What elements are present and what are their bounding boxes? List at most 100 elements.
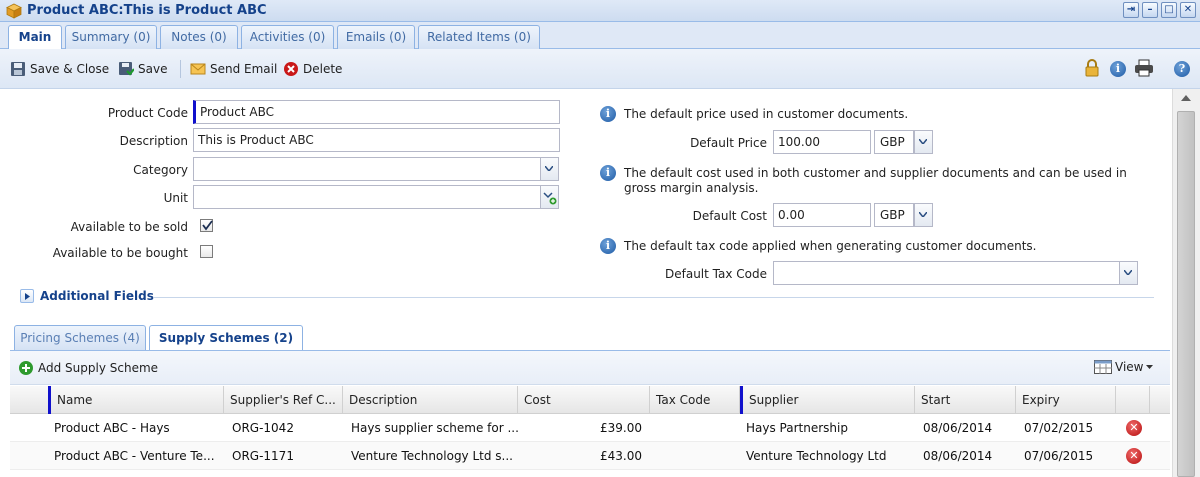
section-divider — [154, 297, 1154, 298]
chevron-down-icon — [919, 139, 927, 144]
delete-row-icon[interactable]: ✕ — [1126, 448, 1142, 464]
category-label: Category — [133, 163, 188, 177]
cell-name: Product ABC - Hays — [54, 421, 170, 435]
table-row[interactable]: Product ABC - Hays ORG-1042 Hays supplie… — [10, 414, 1170, 442]
description-label: Description — [119, 134, 188, 148]
cell-expiry: 07/06/2015 — [1024, 449, 1094, 463]
cell-ref: ORG-1042 — [232, 421, 294, 435]
save-close-button[interactable]: Save & Close — [10, 60, 109, 78]
tab-emails[interactable]: Emails (0) — [337, 25, 415, 49]
unit-dropdown-trigger[interactable] — [540, 185, 559, 209]
category-combo[interactable] — [193, 157, 541, 181]
vertical-scrollbar[interactable] — [1172, 89, 1200, 477]
delete-x-icon — [284, 62, 298, 76]
expand-icon — [20, 289, 34, 303]
check-icon — [202, 220, 213, 231]
product-box-icon — [6, 3, 22, 19]
save-button[interactable]: Save — [118, 60, 167, 78]
delete-button[interactable]: Delete — [283, 60, 342, 78]
envelope-icon — [190, 63, 206, 75]
unit-combo[interactable] — [193, 185, 541, 209]
available-sold-label: Available to be sold — [70, 220, 188, 234]
column-header-cost[interactable]: Cost — [518, 386, 650, 414]
cell-tax-code — [650, 442, 740, 470]
available-bought-label: Available to be bought — [52, 246, 188, 260]
info-icon: i — [600, 165, 616, 181]
tab-related-items[interactable]: Related Items (0) — [418, 25, 540, 49]
price-currency-trigger[interactable] — [914, 130, 933, 154]
delete-row-icon[interactable]: ✕ — [1126, 420, 1142, 436]
pin-icon[interactable]: ⇥ — [1123, 2, 1139, 18]
lock-icon[interactable] — [1085, 59, 1099, 77]
default-price-note: The default price used in customer docum… — [624, 107, 909, 121]
info-icon: i — [600, 106, 616, 122]
tab-main[interactable]: Main — [8, 25, 62, 50]
default-tax-code-label: Default Tax Code — [665, 267, 767, 281]
unit-label: Unit — [163, 191, 188, 205]
cost-currency-trigger[interactable] — [914, 203, 933, 227]
cell-start: 08/06/2014 — [923, 449, 993, 463]
cell-ref: ORG-1171 — [232, 449, 294, 463]
cell-start: 08/06/2014 — [923, 421, 993, 435]
product-code-input[interactable]: Product ABC — [193, 100, 560, 124]
table-view-icon — [1094, 360, 1112, 374]
caret-down-icon — [1146, 365, 1154, 369]
column-header-supplier[interactable]: Supplier — [740, 386, 915, 414]
send-email-button[interactable]: Send Email — [190, 60, 277, 78]
add-circle-icon — [19, 361, 33, 375]
default-cost-label: Default Cost — [692, 209, 767, 223]
table-row[interactable]: Product ABC - Venture Te... ORG-1171 Ven… — [10, 442, 1170, 470]
print-icon[interactable] — [1134, 59, 1154, 77]
scrollbar-thumb[interactable] — [1177, 111, 1195, 477]
add-unit-icon — [543, 192, 557, 205]
scroll-up-icon[interactable] — [1177, 91, 1195, 105]
default-tax-note: The default tax code applied when genera… — [624, 239, 1037, 253]
cell-supplier: Venture Technology Ltd — [746, 449, 887, 463]
tax-code-trigger[interactable] — [1119, 261, 1138, 285]
available-bought-checkbox[interactable] — [200, 245, 213, 258]
close-icon[interactable]: ✕ — [1180, 2, 1196, 18]
column-header-expiry[interactable]: Expiry — [1016, 386, 1116, 414]
column-header-description[interactable]: Description — [343, 386, 518, 414]
tab-pricing-schemes[interactable]: Pricing Schemes (4) — [14, 325, 146, 350]
action-toolbar: Save & Close Save Send Email Delete i ? — [0, 49, 1200, 89]
save-disk-icon — [119, 62, 134, 76]
cell-description: Venture Technology Ltd s... — [351, 449, 513, 463]
grid-header: Name Supplier's Ref C... Description Cos… — [10, 386, 1170, 414]
toolbar-separator — [180, 60, 181, 78]
column-header-tax-code[interactable]: Tax Code — [650, 386, 740, 414]
column-header-actions — [1116, 386, 1150, 414]
chevron-down-icon — [545, 166, 553, 171]
floppy-disk-icon — [11, 62, 25, 76]
tab-summary[interactable]: Summary (0) — [65, 25, 157, 49]
default-price-currency[interactable]: GBP — [874, 130, 914, 154]
cell-tax-code — [650, 414, 740, 442]
default-tax-code-combo[interactable] — [773, 261, 1120, 285]
maximize-icon[interactable]: □ — [1161, 2, 1177, 18]
help-icon[interactable]: ? — [1174, 61, 1190, 77]
cell-supplier: Hays Partnership — [746, 421, 848, 435]
tab-activities[interactable]: Activities (0) — [241, 25, 334, 49]
description-input[interactable]: This is Product ABC — [193, 128, 560, 152]
tab-supply-schemes[interactable]: Supply Schemes (2) — [149, 325, 303, 351]
default-price-input[interactable]: 100.00 — [773, 130, 871, 154]
column-header-start[interactable]: Start — [915, 386, 1016, 414]
additional-fields-toggle[interactable]: Additional Fields — [20, 289, 154, 303]
main-tabstrip: Main Summary (0) Notes (0) Activities (0… — [0, 22, 1200, 50]
default-cost-input[interactable]: 0.00 — [773, 203, 871, 227]
default-price-label: Default Price — [690, 136, 767, 150]
minimize-icon[interactable]: – — [1142, 2, 1158, 18]
info-icon[interactable]: i — [1110, 61, 1126, 77]
category-dropdown-trigger[interactable] — [540, 157, 559, 181]
column-header-name[interactable]: Name — [48, 386, 224, 414]
column-header-ref[interactable]: Supplier's Ref C... — [224, 386, 343, 414]
window-titlebar: Product ABC:This is Product ABC ⇥ – □ ✕ — [0, 0, 1200, 22]
view-menu-button[interactable]: View — [1094, 360, 1154, 374]
cell-expiry: 07/02/2015 — [1024, 421, 1094, 435]
available-sold-checkbox[interactable] — [200, 219, 213, 232]
tab-notes[interactable]: Notes (0) — [160, 25, 238, 49]
cell-description: Hays supplier scheme for ... — [351, 421, 518, 435]
chevron-down-icon — [1124, 270, 1132, 275]
add-supply-scheme-button[interactable]: Add Supply Scheme — [18, 360, 158, 376]
default-cost-currency[interactable]: GBP — [874, 203, 914, 227]
